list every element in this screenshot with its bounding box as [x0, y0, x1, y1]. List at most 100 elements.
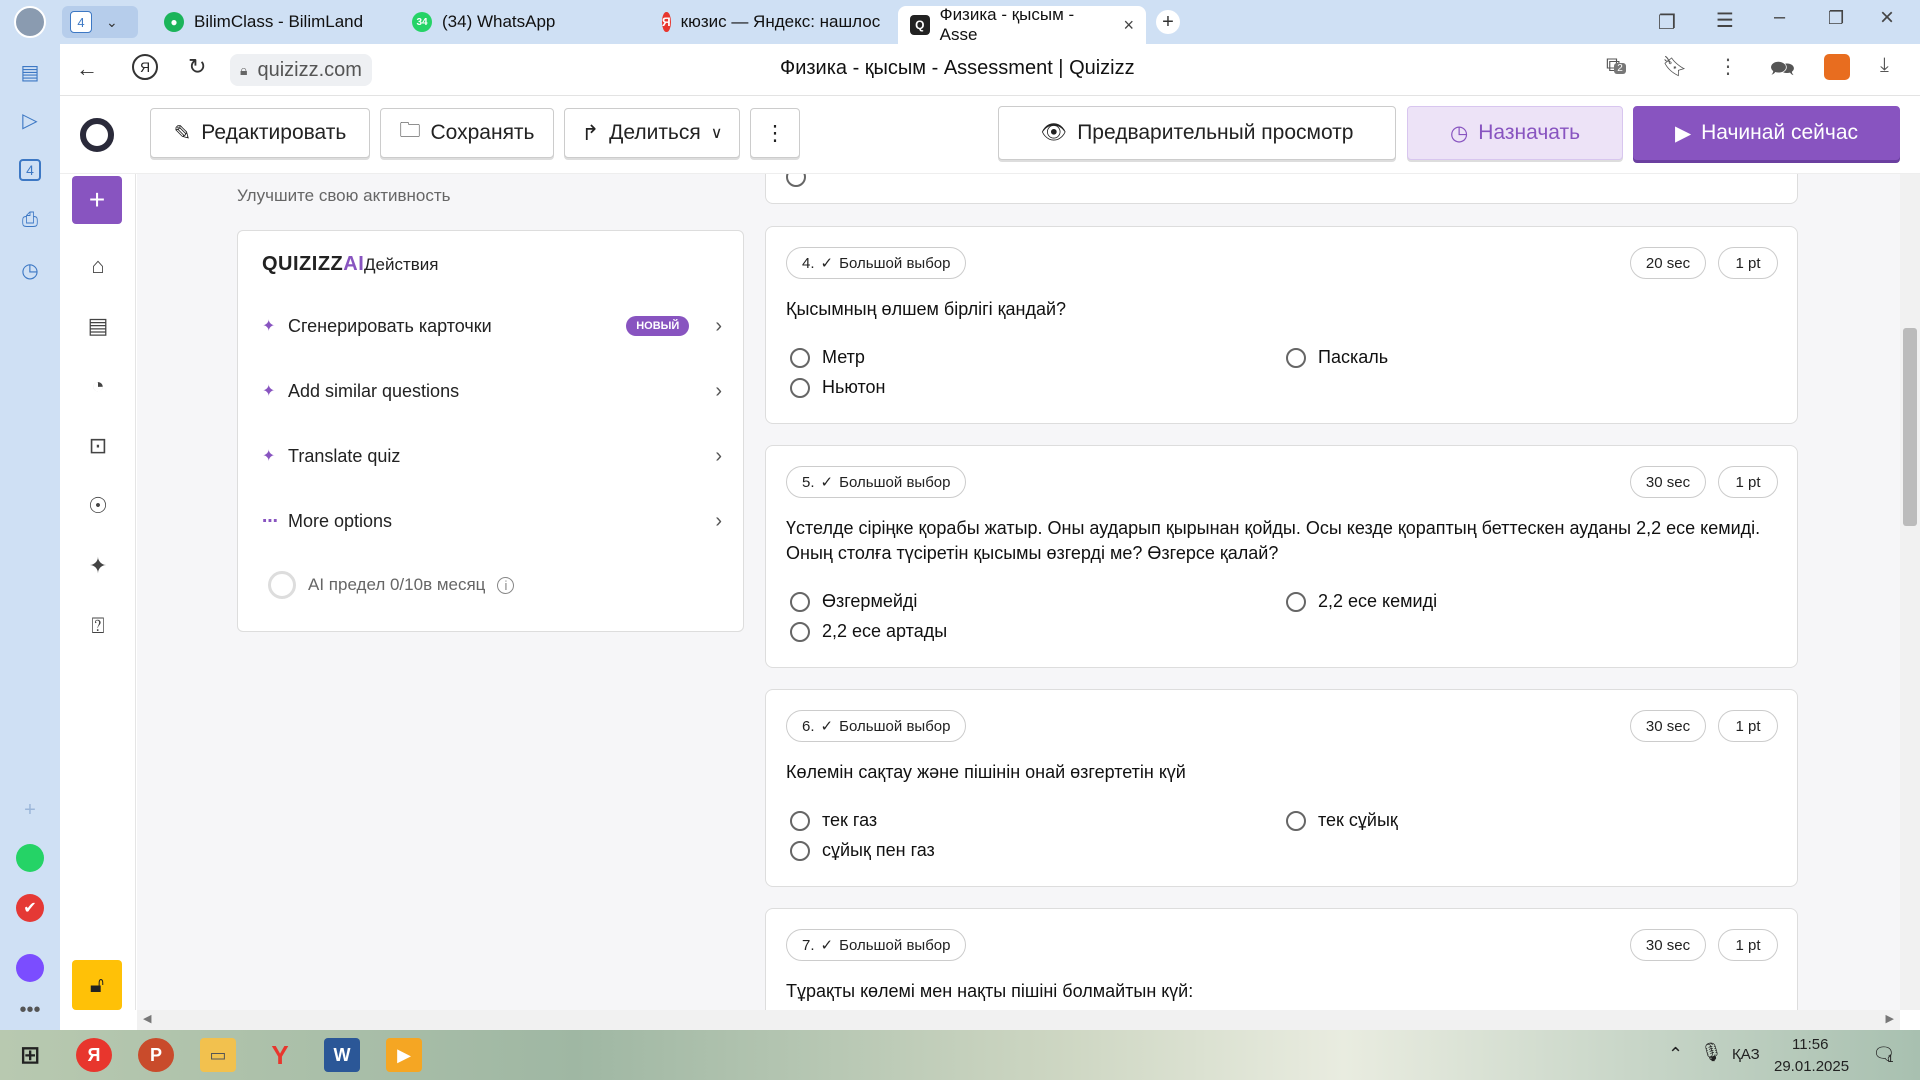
yandex-browser-icon[interactable]: Я [76, 1038, 112, 1072]
question-type-badge[interactable]: 7. ✓ Большой выбор [786, 929, 967, 961]
answer-option[interactable]: тек газ [790, 810, 877, 831]
extensions-icon[interactable]: ⧉2 [1606, 54, 1626, 77]
close-window-icon[interactable]: × [1880, 4, 1894, 32]
tab-bilimclass[interactable]: ● BilimClass - BilimLand [152, 5, 392, 39]
answer-option[interactable]: 2,2 есе артады [790, 621, 947, 642]
start-now-button[interactable]: ▶ Начинай сейчас [1633, 106, 1900, 160]
tab-group-button[interactable]: 4 ⌄ [62, 6, 138, 38]
tab-quizizz-active[interactable]: Q Физика - қысым - Asse × [898, 5, 1146, 44]
yandex-logo-icon[interactable]: Я [132, 54, 158, 80]
add-icon[interactable]: + [16, 796, 44, 824]
maximize-icon[interactable]: ❐ [1828, 8, 1844, 29]
points-pill[interactable]: 1 pt [1718, 466, 1778, 498]
download-icon[interactable]: ⤓ [1880, 54, 1889, 77]
tray-chevron-icon[interactable]: ⌃ [1668, 1044, 1683, 1065]
answer-option[interactable]: Паскаль [1286, 347, 1388, 368]
question-card-previous [765, 174, 1798, 204]
protect-icon[interactable] [1824, 54, 1850, 80]
classes-icon[interactable]: ⊡ [84, 432, 112, 460]
word-icon[interactable]: W [324, 1038, 360, 1072]
answer-option[interactable]: Метр [790, 347, 865, 368]
question-type-badge[interactable]: 6. ✓ Большой выбор [786, 710, 967, 742]
share-button[interactable]: ↱ Делиться ∨ [564, 108, 740, 158]
scrollbar-thumb[interactable] [1903, 328, 1917, 526]
reload-icon[interactable]: ↻ [188, 54, 206, 80]
vertical-scrollbar[interactable] [1900, 174, 1920, 1010]
time-pill[interactable]: 30 sec [1630, 466, 1706, 498]
action-translate[interactable]: ✦ Translate quiz › [262, 439, 722, 473]
whatsapp-icon[interactable] [16, 844, 44, 872]
question-type-badge[interactable]: 5. ✓ Большой выбор [786, 466, 967, 498]
points-pill[interactable]: 1 pt [1718, 929, 1778, 961]
close-icon[interactable]: × [1123, 15, 1134, 36]
scroll-right-icon[interactable]: ▶ [1886, 1012, 1894, 1025]
quizizz-logo-icon[interactable] [80, 118, 114, 152]
bookmark-icon[interactable]: 🔖︎ [1662, 54, 1687, 79]
new-tab-button[interactable]: + [1156, 10, 1180, 34]
info-icon[interactable]: i [497, 576, 515, 594]
question-type-badge[interactable]: 4. ✓ Большой выбор [786, 247, 967, 279]
create-button[interactable]: + [72, 176, 122, 224]
horizontal-scrollbar[interactable]: ◀ ▶ [137, 1010, 1900, 1030]
notifications-icon[interactable]: 🗨︎ 1 [1868, 1040, 1898, 1068]
media-player-icon[interactable]: ▶ [386, 1038, 422, 1072]
more-menu-icon[interactable]: ⋮ [1718, 54, 1738, 79]
save-button[interactable]: 🗀 Сохранять [380, 108, 554, 158]
microphone-icon[interactable]: 🎙︎ [1700, 1042, 1723, 1063]
collections-icon[interactable]: ▤ [16, 58, 44, 86]
help-icon[interactable]: ⍰ [84, 612, 112, 640]
menu-icon[interactable]: ☰ [1716, 8, 1734, 33]
clock-time[interactable]: 11:56 [1792, 1036, 1828, 1053]
history-icon[interactable]: ◷ [16, 256, 44, 284]
unlock-button[interactable]: 🔓︎ [72, 960, 122, 1010]
tabs-counter-icon[interactable]: 4 [16, 156, 44, 184]
url-pill[interactable]: 🔒︎ quizizz.com [230, 54, 372, 86]
play-icon[interactable]: ▷ [16, 106, 44, 134]
radio-option[interactable] [786, 174, 806, 187]
profile-avatar[interactable] [14, 6, 46, 38]
answer-option[interactable]: 2,2 есе кемиді [1286, 591, 1437, 612]
yandex-icon[interactable]: Y [262, 1038, 298, 1072]
preview-button[interactable]: 👁︎ Предварительный просмотр [998, 106, 1396, 160]
tab-yandex-search[interactable]: Я кюзис — Яндекс: нашлос [650, 5, 890, 39]
ai-limit: AI предел 0/10в месяц i [268, 571, 515, 599]
sparkle-icon: ✦ [262, 318, 276, 335]
reader-icon[interactable]: 🗪︎ [1770, 54, 1795, 88]
tab-whatsapp[interactable]: 34 (34) WhatsApp [400, 5, 650, 39]
file-explorer-icon[interactable]: ▭ [200, 1038, 236, 1072]
language-indicator[interactable]: ҚАЗ [1732, 1046, 1760, 1063]
minimize-icon[interactable]: – [1774, 6, 1785, 29]
action-generate-flashcards[interactable]: ✦ Сгенерировать карточки НОВЫЙ › [262, 309, 722, 343]
answer-option[interactable]: тек сұйық [1286, 810, 1398, 831]
points-pill[interactable]: 1 pt [1718, 247, 1778, 279]
clock-date[interactable]: 29.01.2025 [1774, 1058, 1849, 1075]
scroll-left-icon[interactable]: ◀ [143, 1012, 151, 1025]
ai-sparkle-icon[interactable]: ✦ [84, 552, 112, 580]
assign-button[interactable]: ◷ Назначать [1407, 106, 1623, 160]
answer-option[interactable]: сұйық пен газ [790, 840, 935, 861]
edit-button[interactable]: ✎ Редактировать [150, 108, 370, 158]
time-pill[interactable]: 30 sec [1630, 710, 1706, 742]
reports-icon[interactable]: ◔ [84, 372, 112, 400]
time-pill[interactable]: 20 sec [1630, 247, 1706, 279]
answer-option[interactable]: Ньютон [790, 377, 885, 398]
action-more-options[interactable]: ⋯ More options › [262, 504, 722, 538]
action-add-similar[interactable]: ✦ Add similar questions › [262, 374, 722, 408]
library-icon[interactable]: ▤ [84, 312, 112, 340]
points-pill[interactable]: 1 pt [1718, 710, 1778, 742]
back-icon[interactable]: ← [76, 56, 98, 82]
time-pill[interactable]: 30 sec [1630, 929, 1706, 961]
main-content: Улучшите свою активность QUIZIZZAI Дейст… [137, 174, 1900, 1010]
task-check-icon[interactable]: ✔ [16, 894, 44, 922]
more-icon[interactable]: ••• [16, 996, 44, 1024]
answer-option[interactable]: Өзгермейді [790, 591, 917, 612]
more-actions-button[interactable]: ⋮ [750, 108, 800, 158]
powerpoint-icon[interactable]: P [138, 1038, 174, 1072]
home-icon[interactable]: ⌂ [84, 252, 112, 280]
collections-icon[interactable]: ❐ [1658, 10, 1676, 35]
accommodations-icon[interactable]: ☉ [84, 492, 112, 520]
question-text: Көлемін сақтау және пішінін онай өзгерте… [786, 762, 1186, 782]
screenshot-icon[interactable]: ⎙ [16, 206, 44, 234]
alice-assistant-icon[interactable] [16, 954, 44, 982]
start-icon[interactable]: ⊞ [12, 1038, 48, 1072]
